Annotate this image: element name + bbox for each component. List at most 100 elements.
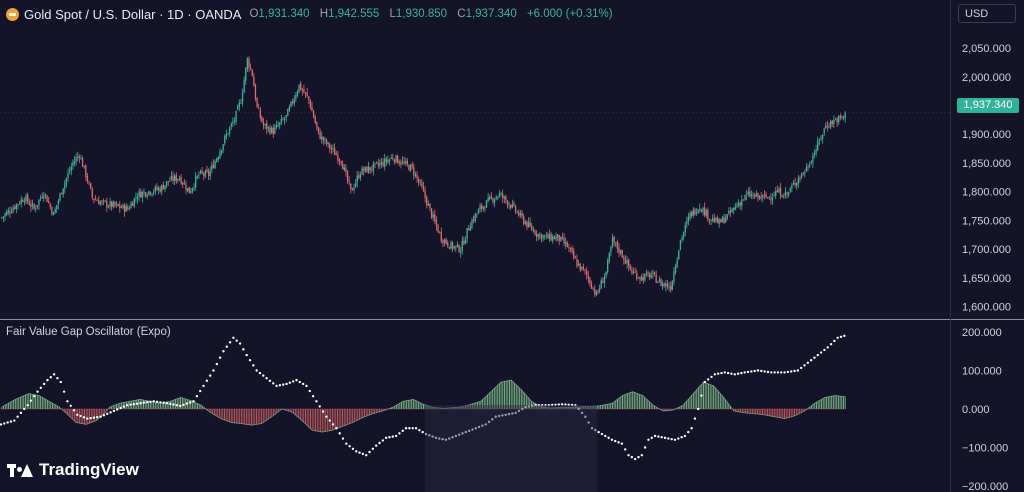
candle-body — [75, 157, 77, 162]
osc-dot — [640, 454, 644, 457]
candle-body — [547, 234, 549, 239]
candle-body — [799, 178, 801, 180]
osc-dot — [421, 430, 424, 434]
low-label: L — [389, 8, 396, 20]
price-tick-label: 1,750.000 — [962, 215, 1011, 227]
candle-body — [443, 239, 446, 244]
candle-body — [645, 272, 648, 276]
osc-dot — [647, 438, 650, 441]
candle-body — [177, 179, 179, 181]
candle-body — [154, 186, 156, 192]
candle-body — [167, 181, 169, 183]
osc-dot — [0, 423, 3, 426]
osc-dot — [232, 336, 235, 339]
candle-body — [91, 189, 93, 198]
chart-canvas[interactable]: 2,050.0002,000.0001,950.0001,900.0001,85… — [0, 0, 1024, 492]
candle-body — [802, 172, 804, 174]
osc-dot — [96, 415, 99, 419]
osc-dot — [793, 369, 796, 373]
candle-body — [768, 196, 770, 198]
candle-body — [498, 193, 501, 197]
candle-body — [779, 187, 782, 197]
candle-body — [640, 276, 643, 281]
candle-body — [259, 109, 261, 118]
candle-body — [502, 193, 504, 198]
candle-body — [353, 187, 355, 190]
osc-dot — [716, 372, 720, 375]
candle-body — [256, 98, 258, 108]
close-label: C — [457, 8, 466, 20]
osc-dot — [116, 408, 119, 411]
osc-dot — [242, 348, 245, 351]
candle-body — [763, 194, 766, 196]
candle-body — [697, 209, 699, 213]
candle-body — [419, 181, 421, 183]
candle-body — [401, 161, 404, 164]
osc-dot — [199, 389, 202, 393]
candle-body — [290, 101, 292, 107]
osc-dot — [185, 402, 189, 405]
candle-body — [818, 140, 820, 141]
candle-body — [249, 67, 252, 69]
candle-body — [637, 277, 640, 279]
candle-body — [411, 164, 413, 167]
candle-body — [426, 197, 428, 206]
osc-dot — [222, 350, 225, 353]
candle-body — [435, 220, 438, 226]
candle-body — [83, 165, 85, 167]
candle-body — [170, 175, 173, 181]
candle-body — [282, 119, 284, 121]
tradingview-logo[interactable]: TradingView — [7, 460, 139, 480]
candle-body — [744, 195, 746, 200]
candle-body — [107, 206, 110, 208]
candle-body — [577, 264, 580, 266]
osc-dot — [321, 410, 325, 413]
candle-body — [451, 242, 454, 249]
candle-body — [527, 222, 530, 228]
candle-body — [345, 167, 347, 173]
candle-body — [453, 246, 455, 249]
candle-body — [56, 205, 58, 210]
candle-body — [133, 198, 135, 207]
candle-body — [526, 221, 528, 228]
candle-body — [413, 167, 415, 176]
candle-body — [337, 154, 339, 161]
candle-body — [41, 197, 43, 198]
oscillator-title[interactable]: Fair Value Gap Oscillator (Expo) — [6, 326, 171, 338]
osc-dot — [819, 351, 823, 354]
candle-body — [232, 122, 234, 124]
osc-dot — [597, 430, 600, 434]
candle-body — [636, 273, 638, 279]
candle-body — [800, 173, 803, 178]
symbol-title[interactable]: Gold Spot / U.S. Dollar · 1D · OANDA — [24, 7, 241, 22]
currency-button[interactable]: USD — [958, 4, 1016, 23]
candle-body — [23, 201, 26, 202]
candle-body — [117, 204, 119, 206]
candle-body — [393, 159, 396, 163]
candle-body — [663, 283, 665, 286]
osc-dot — [829, 342, 833, 346]
candle-body — [660, 279, 662, 286]
candle-body — [254, 85, 257, 100]
candle-body — [758, 195, 761, 199]
osc-dot — [690, 427, 693, 430]
candle-body — [119, 204, 121, 209]
osc-dot — [657, 435, 660, 438]
candle-body — [33, 204, 35, 209]
osc-dot — [703, 380, 707, 384]
candle-body — [650, 274, 652, 278]
osc-dot — [248, 359, 252, 362]
candle-body — [85, 165, 87, 177]
candle-body — [807, 166, 809, 168]
candle-body — [245, 67, 247, 81]
osc-dot — [683, 434, 687, 438]
candle-body — [196, 175, 198, 178]
candle-body — [716, 217, 719, 224]
candle-body — [356, 175, 358, 183]
candle-body — [230, 123, 232, 127]
osc-dot — [135, 402, 139, 405]
candle-body — [474, 214, 476, 222]
candle-body — [700, 209, 703, 212]
candle-body — [539, 234, 541, 236]
candle-body — [316, 121, 318, 128]
